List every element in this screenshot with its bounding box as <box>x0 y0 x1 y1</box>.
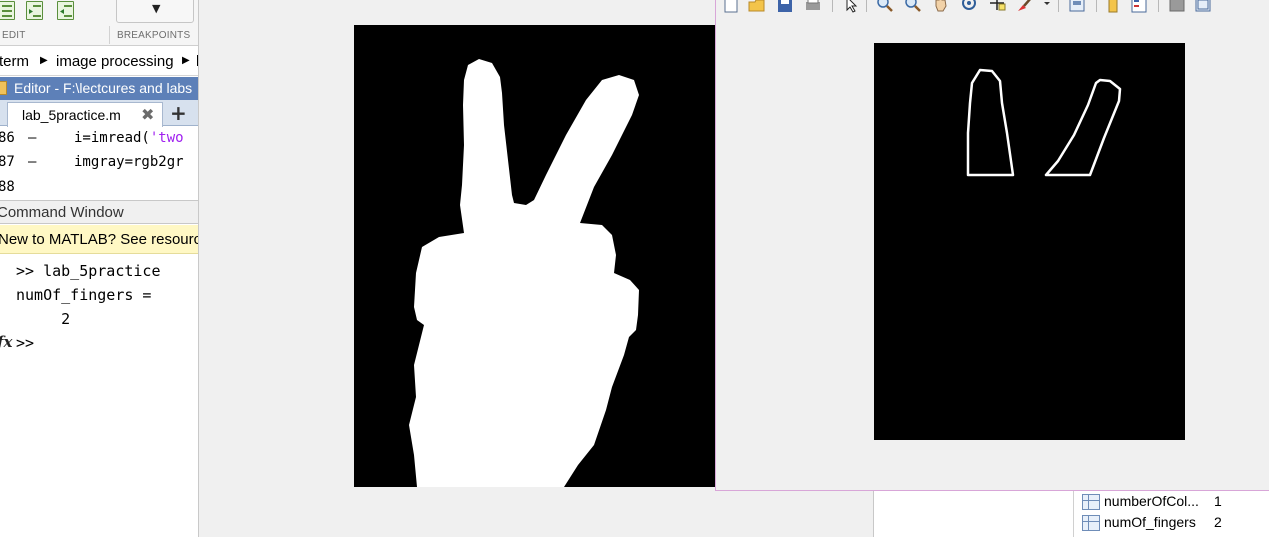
section-breakpoints-label: BREAKPOINTS <box>117 30 191 41</box>
breadcrumb-item[interactable]: image processing <box>56 53 174 70</box>
editor-toolstrip: ▼ EDIT BREAKPOINTS <box>0 0 198 46</box>
editor-tabbar: lab_5practice.m ✖ + <box>0 100 198 127</box>
output-line: 2 <box>16 310 71 328</box>
toolbar-separator <box>832 0 833 12</box>
breakpoints-button[interactable]: ▼ <box>116 0 194 23</box>
command-prompt[interactable]: >> <box>16 334 34 352</box>
function-browser-icon[interactable]: fx <box>0 333 12 351</box>
command-window-banner[interactable]: New to MATLAB? See resources <box>0 225 198 254</box>
rotate-3d-icon[interactable] <box>960 0 978 13</box>
indent-icon[interactable] <box>26 1 43 20</box>
editor-title: Editor - F:\lectcures and labs <box>14 80 193 96</box>
output-line: numOf_fingers = <box>16 286 152 304</box>
breadcrumb-arrow-icon: ▶ <box>40 55 48 66</box>
code-editor[interactable]: 86 – i=imread('two 87 – imgray=rgb2gr 88 <box>0 127 198 194</box>
variable-name: numberOfCol... <box>1104 493 1199 509</box>
variable-name: numOf_fingers <box>1104 514 1196 530</box>
code-text: i=imread('two <box>74 130 184 146</box>
finger-boundaries-image <box>874 43 1185 440</box>
matlab-desktop: ▼ EDIT BREAKPOINTS term ▶ image processi… <box>0 0 1269 537</box>
hand-silhouette <box>409 59 639 487</box>
add-tab-button[interactable]: + <box>170 101 187 125</box>
zoom-out-icon[interactable] <box>904 0 922 13</box>
brush-dropdown-icon[interactable] <box>1042 0 1052 13</box>
binary-hand-image <box>354 25 720 487</box>
toolbar-separator <box>1158 0 1159 12</box>
show-plot-tools-icon[interactable] <box>1194 0 1212 13</box>
open-file-icon[interactable] <box>748 0 766 13</box>
link-plot-icon[interactable] <box>1068 0 1086 13</box>
command-window-title: Command Window <box>0 204 124 221</box>
breadcrumb-arrow-icon: ▶ <box>182 55 190 66</box>
pan-hand-icon[interactable] <box>932 0 950 13</box>
code-text: imgray=rgb2gr <box>74 154 184 170</box>
toolbar-separator <box>1058 0 1059 12</box>
workspace-column-divider <box>1073 490 1074 537</box>
new-figure-icon[interactable] <box>722 0 740 13</box>
insert-colorbar-icon[interactable] <box>1104 0 1122 13</box>
comment-icon[interactable] <box>0 1 15 20</box>
address-bar[interactable]: term ▶ image processing ▶ labs <box>0 47 198 76</box>
section-edit-label: EDIT <box>2 30 26 41</box>
select-arrow-icon[interactable] <box>842 0 860 13</box>
figure-window-2 <box>715 0 1269 491</box>
command-window-output[interactable]: >> lab_5practice numOf_fingers = 2 fx >> <box>0 255 198 537</box>
print-icon[interactable] <box>804 0 822 13</box>
editor-icon <box>0 81 7 95</box>
matrix-variable-icon <box>1082 494 1100 510</box>
line-number: 86 <box>0 130 15 146</box>
insert-legend-icon[interactable] <box>1130 0 1148 13</box>
variable-value: 1 <box>1214 493 1222 509</box>
matrix-variable-icon <box>1082 515 1100 531</box>
line-number: 88 <box>0 179 15 194</box>
toolbar-separator <box>1096 0 1097 12</box>
hide-plot-tools-icon[interactable] <box>1168 0 1186 13</box>
finger-boundary-1 <box>966 68 1015 177</box>
outdent-icon[interactable] <box>57 1 74 20</box>
close-icon[interactable]: ✖ <box>141 105 154 124</box>
editor-titlebar[interactable]: Editor - F:\lectcures and labs <box>0 77 198 100</box>
brush-icon[interactable] <box>1016 0 1034 13</box>
tab-label: lab_5practice.m <box>22 107 121 123</box>
toolstrip-divider <box>109 26 110 44</box>
breakpoint-marker[interactable]: – <box>28 154 36 170</box>
save-icon[interactable] <box>776 0 794 13</box>
toolbar-separator <box>866 0 867 12</box>
zoom-in-icon[interactable] <box>876 0 894 13</box>
data-cursor-icon[interactable] <box>988 0 1006 13</box>
breadcrumb-item[interactable]: term <box>0 53 29 70</box>
finger-boundary-2 <box>1044 78 1122 177</box>
chevron-down-icon: ▼ <box>152 2 161 15</box>
tab-lab-5practice[interactable]: lab_5practice.m ✖ <box>7 102 163 127</box>
left-panel: ▼ EDIT BREAKPOINTS term ▶ image processi… <box>0 0 199 537</box>
variable-value: 2 <box>1214 514 1222 530</box>
workspace-panel: numberOfCol... 1 numOf_fingers 2 <box>873 490 1269 537</box>
command-line: >> lab_5practice <box>16 262 161 280</box>
line-number: 87 <box>0 154 15 170</box>
command-window-titlebar[interactable]: Command Window <box>0 200 198 224</box>
banner-text[interactable]: New to MATLAB? See resources <box>0 231 198 248</box>
figure-toolbar <box>716 0 1269 16</box>
breakpoint-marker[interactable]: – <box>28 130 36 146</box>
